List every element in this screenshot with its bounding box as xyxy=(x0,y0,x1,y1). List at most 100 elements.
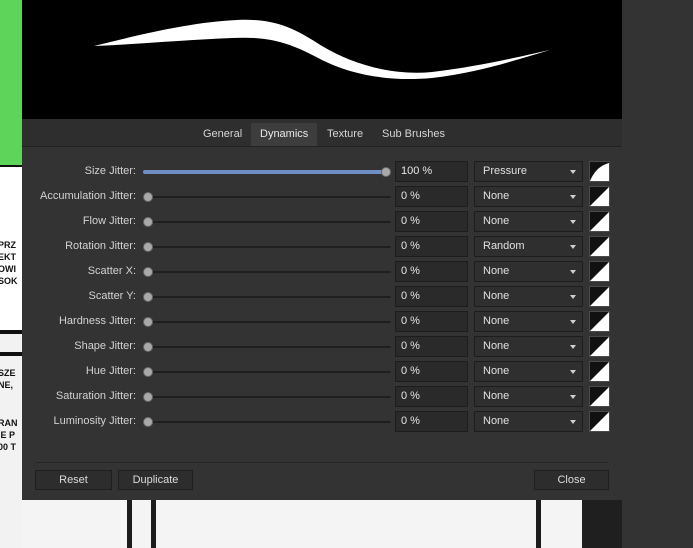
curve-icon xyxy=(590,412,609,431)
reset-button[interactable]: Reset xyxy=(35,470,112,490)
controller-dropdown-value: None xyxy=(483,265,510,277)
tab-sub-brushes[interactable]: Sub Brushes xyxy=(373,123,454,146)
jitter-slider[interactable] xyxy=(143,367,391,377)
controller-dropdown-value: None xyxy=(483,290,510,302)
slider-knob[interactable] xyxy=(143,342,153,352)
curve-icon xyxy=(590,212,609,231)
chevron-down-icon xyxy=(570,220,576,224)
response-curve-button[interactable] xyxy=(589,336,610,357)
canvas-comic-text: EKT xyxy=(0,252,16,262)
controller-dropdown[interactable]: None xyxy=(474,311,583,332)
jitter-value-field[interactable]: 0 % xyxy=(395,211,468,232)
controller-dropdown[interactable]: None xyxy=(474,361,583,382)
curve-icon xyxy=(590,287,609,306)
tab-texture[interactable]: Texture xyxy=(318,123,372,146)
response-curve-button[interactable] xyxy=(589,236,610,257)
controller-dropdown-value: None xyxy=(483,340,510,352)
jitter-value-field[interactable]: 0 % xyxy=(395,186,468,207)
curve-icon xyxy=(590,387,609,406)
jitter-label: Size Jitter: xyxy=(84,165,136,177)
tab-bar: General Dynamics Texture Sub Brushes xyxy=(22,119,622,147)
controller-dropdown[interactable]: None xyxy=(474,411,583,432)
chevron-down-icon xyxy=(570,320,576,324)
slider-knob[interactable] xyxy=(143,292,153,302)
controller-dropdown[interactable]: Random xyxy=(474,236,583,257)
slider-knob[interactable] xyxy=(143,367,153,377)
canvas-background-left: PRZ EKT OWI SOK SZE NE, RAN IE P 00 T xyxy=(0,0,22,548)
jitter-label: Flow Jitter: xyxy=(82,215,136,227)
brush-stroke-shape xyxy=(94,19,550,80)
jitter-row: Rotation Jitter: 0 % Random xyxy=(30,234,616,259)
close-button[interactable]: Close xyxy=(534,470,609,490)
tab-general[interactable]: General xyxy=(194,123,251,146)
response-curve-button[interactable] xyxy=(589,286,610,307)
jitter-slider[interactable] xyxy=(143,342,391,352)
jitter-label: Hue Jitter: xyxy=(85,365,136,377)
chevron-down-icon xyxy=(570,245,576,249)
controller-dropdown[interactable]: None xyxy=(474,211,583,232)
curve-icon xyxy=(590,337,609,356)
tab-dynamics[interactable]: Dynamics xyxy=(251,123,318,146)
controller-dropdown-value: None xyxy=(483,365,510,377)
jitter-value-field[interactable]: 0 % xyxy=(395,336,468,357)
jitter-value-field[interactable]: 0 % xyxy=(395,411,468,432)
jitter-row: Luminosity Jitter: 0 % None xyxy=(30,409,616,434)
jitter-slider[interactable] xyxy=(143,192,391,202)
jitter-slider[interactable] xyxy=(143,167,391,177)
jitter-slider[interactable] xyxy=(143,242,391,252)
jitter-value-field[interactable]: 100 % xyxy=(395,161,468,182)
jitter-value-field[interactable]: 0 % xyxy=(395,361,468,382)
curve-icon xyxy=(590,163,609,181)
chevron-down-icon xyxy=(570,170,576,174)
controller-dropdown[interactable]: None xyxy=(474,336,583,357)
canvas-comic-text: PRZ xyxy=(0,240,16,250)
jitter-row: Flow Jitter: 0 % None xyxy=(30,209,616,234)
controller-dropdown[interactable]: Pressure xyxy=(474,161,583,182)
controller-dropdown[interactable]: None xyxy=(474,186,583,207)
slider-knob[interactable] xyxy=(143,192,153,202)
jitter-row: Scatter Y: 0 % None xyxy=(30,284,616,309)
curve-icon xyxy=(590,237,609,256)
slider-knob[interactable] xyxy=(143,417,153,427)
controller-dropdown[interactable]: None xyxy=(474,286,583,307)
canvas-background-right xyxy=(622,0,693,548)
response-curve-button[interactable] xyxy=(589,411,610,432)
curve-icon xyxy=(590,262,609,281)
jitter-slider[interactable] xyxy=(143,392,391,402)
chevron-down-icon xyxy=(570,370,576,374)
slider-knob[interactable] xyxy=(143,392,153,402)
slider-knob[interactable] xyxy=(381,167,391,177)
jitter-value-field[interactable]: 0 % xyxy=(395,386,468,407)
chevron-down-icon xyxy=(570,270,576,274)
jitter-slider[interactable] xyxy=(143,292,391,302)
jitter-slider[interactable] xyxy=(143,317,391,327)
jitter-value-field[interactable]: 0 % xyxy=(395,311,468,332)
jitter-slider[interactable] xyxy=(143,267,391,277)
response-curve-button[interactable] xyxy=(589,261,610,282)
response-curve-button[interactable] xyxy=(589,211,610,232)
jitter-row: Saturation Jitter: 0 % None xyxy=(30,384,616,409)
canvas-comic-text: IE P xyxy=(0,430,16,440)
jitter-value-field[interactable]: 0 % xyxy=(395,261,468,282)
canvas-panel-border xyxy=(0,330,22,334)
response-curve-button[interactable] xyxy=(589,311,610,332)
jitter-slider[interactable] xyxy=(143,417,391,427)
jitter-row: Hardness Jitter: 0 % None xyxy=(30,309,616,334)
slider-knob[interactable] xyxy=(143,217,153,227)
response-curve-button[interactable] xyxy=(589,361,610,382)
controller-dropdown[interactable]: None xyxy=(474,261,583,282)
chevron-down-icon xyxy=(570,345,576,349)
jitter-value-field[interactable]: 0 % xyxy=(395,236,468,257)
controller-dropdown[interactable]: None xyxy=(474,386,583,407)
duplicate-button[interactable]: Duplicate xyxy=(118,470,193,490)
canvas-comic-text: SZE xyxy=(0,368,16,378)
response-curve-button[interactable] xyxy=(589,386,610,407)
slider-knob[interactable] xyxy=(143,317,153,327)
response-curve-button[interactable] xyxy=(589,186,610,207)
jitter-value-field[interactable]: 0 % xyxy=(395,286,468,307)
slider-knob[interactable] xyxy=(143,267,153,277)
jitter-slider[interactable] xyxy=(143,217,391,227)
controller-dropdown-value: None xyxy=(483,415,510,427)
response-curve-button[interactable] xyxy=(589,161,610,182)
slider-knob[interactable] xyxy=(143,242,153,252)
